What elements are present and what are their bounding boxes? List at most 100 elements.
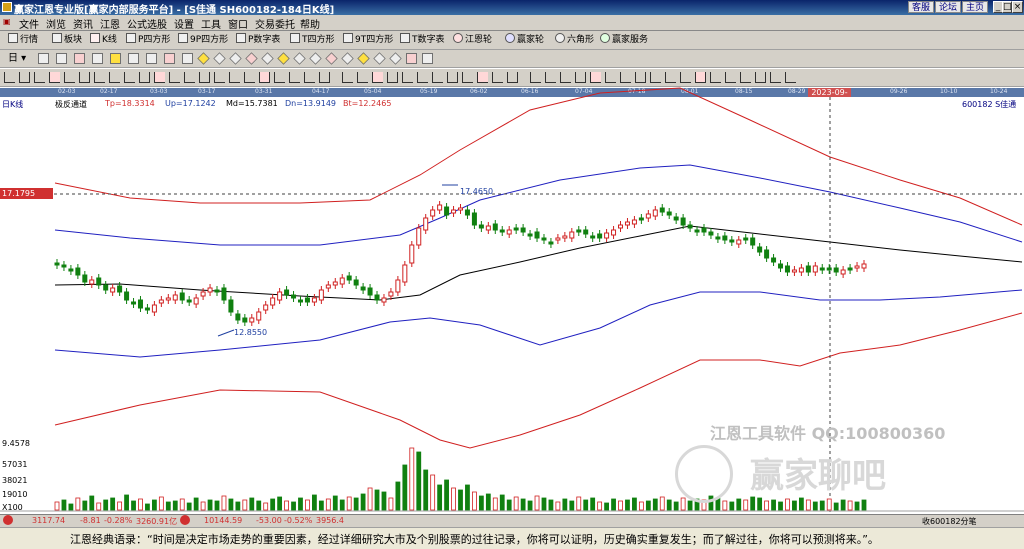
volume-bar [562, 498, 568, 511]
volume-bar [812, 501, 818, 511]
volume-bar [798, 497, 804, 511]
draw-tool-8-icon[interactable] [109, 72, 120, 83]
draw-tool-9-icon[interactable] [124, 72, 135, 83]
volume-bar [527, 500, 533, 511]
stock-next-icon[interactable] [128, 53, 139, 64]
volume-bar [729, 501, 735, 511]
draw-tool-47-icon[interactable] [710, 72, 721, 83]
volume-bar [847, 500, 853, 511]
left-arrow-icon[interactable] [146, 53, 157, 64]
candle-body [555, 237, 561, 241]
draw-tool-7-icon[interactable] [94, 72, 105, 83]
draw-tool-49-icon[interactable] [740, 72, 751, 83]
candle-body [611, 229, 617, 236]
draw-tool-26-icon[interactable] [387, 72, 398, 83]
candle-body [430, 209, 436, 217]
draw-tool-30-icon[interactable] [447, 72, 458, 83]
draw-tool-17-icon[interactable] [244, 72, 255, 83]
draw-tool-50-icon[interactable] [755, 72, 766, 83]
volume-bar [270, 498, 276, 511]
candle-body [318, 289, 324, 301]
draw-tool-52-icon[interactable] [785, 72, 796, 83]
draw-tool-28-icon[interactable] [417, 72, 428, 83]
draw-tool-32-icon[interactable] [477, 72, 488, 83]
draw-tool-51-icon[interactable] [770, 72, 781, 83]
candle-body [701, 227, 707, 233]
draw-tool-18-icon[interactable] [259, 72, 270, 83]
candle-body [110, 287, 116, 293]
draw-tool-44-icon[interactable] [665, 72, 676, 83]
draw-tool-46-icon[interactable] [695, 72, 706, 83]
draw-tool-24-icon[interactable] [357, 72, 368, 83]
draw-tool-39-icon[interactable] [590, 72, 601, 83]
candle-body [791, 269, 797, 273]
draw-tool-25-icon[interactable] [372, 72, 383, 83]
tick-detail-link[interactable]: 收600182分笔 [922, 516, 977, 527]
draw-tool-40-icon[interactable] [605, 72, 616, 83]
draw-tool-19-icon[interactable] [274, 72, 285, 83]
draw-tool-43-icon[interactable] [650, 72, 661, 83]
volume-bar [346, 496, 352, 511]
draw-tool-21-icon[interactable] [304, 72, 315, 83]
draw-tool-16-icon[interactable] [229, 72, 240, 83]
candle-body [444, 206, 450, 216]
draw-tool-41-icon[interactable] [620, 72, 631, 83]
candle-body [590, 235, 596, 239]
sz-index[interactable]: 10144.59 [204, 516, 242, 525]
zoom-out-icon[interactable] [74, 53, 85, 64]
draw-tool-11-icon[interactable] [154, 72, 165, 83]
candle-body [117, 285, 123, 293]
draw-tool-10-icon[interactable] [139, 72, 150, 83]
draw-tool-36-icon[interactable] [545, 72, 556, 83]
select-tool-icon[interactable] [38, 53, 49, 64]
candle-body [471, 212, 477, 226]
volume-bar [451, 487, 456, 511]
candle-body [270, 297, 276, 306]
draw-tool-33-icon[interactable] [492, 72, 503, 83]
candle-body [256, 311, 262, 321]
right-arrow-icon[interactable] [164, 53, 175, 64]
candle-body [75, 267, 81, 276]
draw-tool-14-icon[interactable] [199, 72, 210, 83]
draw-tool-13-icon[interactable] [184, 72, 195, 83]
gann-angle-icon[interactable] [182, 53, 193, 64]
draw-tool-34-icon[interactable] [507, 72, 518, 83]
draw-tool-42-icon[interactable] [635, 72, 646, 83]
draw-tool-1-icon[interactable] [4, 72, 15, 83]
draw-tool-4-icon[interactable] [49, 72, 60, 83]
draw-tool-20-icon[interactable] [289, 72, 300, 83]
volume-bar [374, 489, 380, 511]
draw-tool-31-icon[interactable] [462, 72, 473, 83]
draw-tool-27-icon[interactable] [402, 72, 413, 83]
draw-tool-23-icon[interactable] [342, 72, 353, 83]
draw-tool-6-icon[interactable] [79, 72, 90, 83]
text-tool-icon[interactable] [406, 53, 417, 64]
candle-body [437, 204, 443, 211]
candle-body [784, 265, 790, 273]
cross-cursor-icon[interactable] [92, 53, 103, 64]
draw-tool-15-icon[interactable] [214, 72, 225, 83]
candle-body [485, 225, 491, 231]
draw-tool-48-icon[interactable] [725, 72, 736, 83]
band-lower-line [54, 289, 1023, 358]
zoom-in-icon[interactable] [56, 53, 67, 64]
sh-index[interactable]: 3117.74 [32, 516, 65, 525]
volume-bar [68, 503, 74, 511]
candle-body [172, 294, 178, 301]
draw-tool-12-icon[interactable] [169, 72, 180, 83]
candle-body [207, 287, 213, 293]
draw-tool-35-icon[interactable] [530, 72, 541, 83]
draw-tool-37-icon[interactable] [560, 72, 571, 83]
draw-tool-29-icon[interactable] [432, 72, 443, 83]
volume-bar [124, 494, 129, 511]
volume-bar [555, 501, 561, 511]
stock-prev-icon[interactable] [110, 53, 121, 64]
draw-tool-38-icon[interactable] [575, 72, 586, 83]
volume-bar [569, 500, 575, 511]
draw-tool-5-icon[interactable] [64, 72, 75, 83]
draw-tool-45-icon[interactable] [680, 72, 691, 83]
draw-tool-22-icon[interactable] [319, 72, 330, 83]
clear-tool-icon[interactable] [422, 53, 433, 64]
draw-tool-2-icon[interactable] [19, 72, 30, 83]
draw-tool-3-icon[interactable] [34, 72, 45, 83]
